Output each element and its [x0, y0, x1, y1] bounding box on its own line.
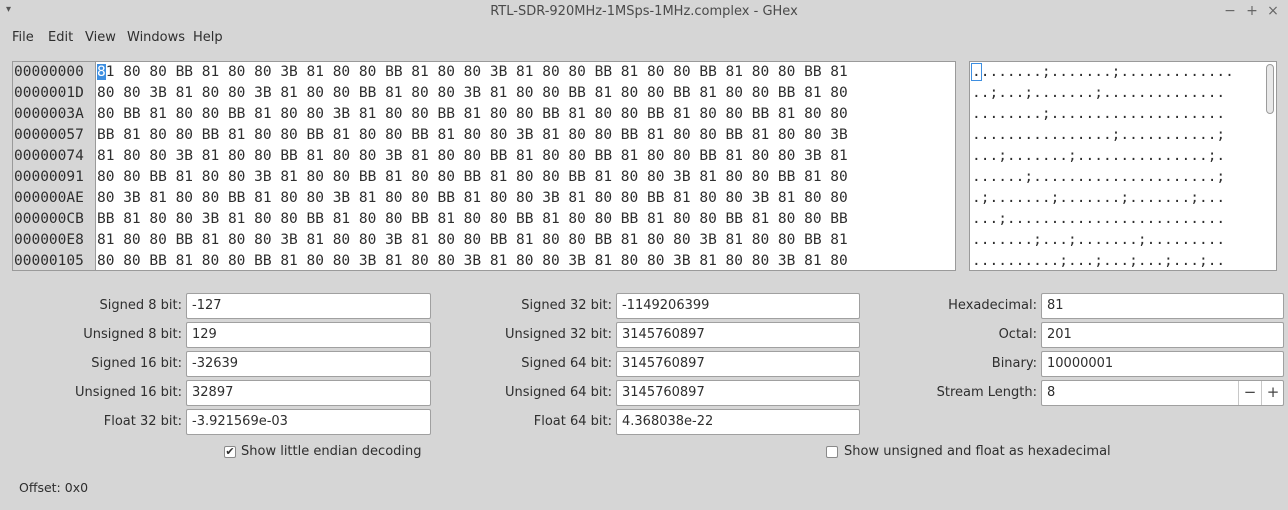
ascii-row[interactable]: ........;.......;.............	[971, 62, 1262, 83]
increment-button[interactable]: +	[1261, 381, 1284, 405]
offset-label: 0000003A	[14, 106, 84, 122]
offset-label: 00000057	[14, 127, 84, 143]
offset-label: 000000CB	[14, 211, 84, 227]
maximize-button[interactable]: +	[1243, 2, 1261, 20]
offset-label: 00000091	[14, 169, 84, 185]
little-endian-checkbox[interactable]: ✔	[224, 446, 236, 458]
hex-row[interactable]: 81 80 80 BB 81 80 80 3B 81 80 80 BB 81 8…	[96, 62, 955, 83]
stream-length-spinner[interactable]: 8 − +	[1041, 380, 1284, 406]
little-endian-label[interactable]: Show little endian decoding	[241, 444, 422, 459]
unsigned32-field[interactable]: 3145760897	[616, 322, 860, 348]
check-icon: ✔	[225, 445, 235, 458]
unsigned-hex-label[interactable]: Show unsigned and float as hexadecimal	[844, 444, 1111, 459]
unsigned16-field[interactable]: 32897	[186, 380, 431, 406]
octal-label: Octal:	[998, 327, 1037, 342]
unsigned-hex-checkbox[interactable]	[826, 446, 838, 458]
hex-view[interactable]: 00000000 0000001D 0000003A 00000057 0000…	[12, 61, 956, 271]
unsigned64-field[interactable]: 3145760897	[616, 380, 860, 406]
hexadecimal-field[interactable]: 81	[1041, 293, 1284, 319]
ascii-row[interactable]: ...;.........................	[972, 209, 1262, 230]
menu-file[interactable]: File	[12, 30, 34, 45]
minimize-button[interactable]: −	[1221, 2, 1239, 20]
ascii-row-text[interactable]: .......;.......;.............	[981, 64, 1234, 80]
hex-row[interactable]: 80 80 BB 81 80 80 3B 81 80 80 BB 81 80 8…	[96, 167, 955, 188]
hex-row[interactable]: BB 81 80 80 BB 81 80 80 BB 81 80 80 BB 8…	[96, 125, 955, 146]
hex-row[interactable]: 80 3B 81 80 80 BB 81 80 80 3B 81 80 80 B…	[96, 188, 955, 209]
signed16-field[interactable]: -32639	[186, 351, 431, 377]
ascii-chars[interactable]: ........;.......;............. ..;...;..…	[971, 62, 1262, 270]
hex-row[interactable]: 81 80 80 3B 81 80 80 BB 81 80 80 3B 81 8…	[96, 146, 955, 167]
hex-row[interactable]: 80 80 3B 81 80 80 3B 81 80 80 BB 81 80 8…	[96, 83, 955, 104]
offset-label: 00000000	[14, 64, 84, 80]
signed64-label: Signed 64 bit:	[521, 356, 612, 371]
menu-windows[interactable]: Windows	[127, 30, 185, 45]
ascii-view[interactable]: ........;.......;............. ..;...;..…	[969, 61, 1277, 271]
offset-label: 00000074	[14, 148, 84, 164]
title-bar: ▾ RTL-SDR-920MHz-1MSps-1MHz.complex - GH…	[0, 0, 1288, 24]
ascii-row[interactable]: ..;...;.......;..............	[972, 83, 1262, 104]
float64-field[interactable]: 4.368038e-22	[616, 409, 860, 435]
signed8-label: Signed 8 bit:	[99, 298, 182, 313]
offset-label: 00000105	[14, 253, 84, 269]
window-title: RTL-SDR-920MHz-1MSps-1MHz.complex - GHex	[490, 4, 798, 19]
ascii-row[interactable]: ......;.....................;	[972, 167, 1262, 188]
close-button[interactable]: ×	[1264, 2, 1282, 20]
signed16-label: Signed 16 bit:	[91, 356, 182, 371]
ascii-row[interactable]: ........;....................	[972, 104, 1262, 125]
hex-row-text[interactable]: 1 80 80 BB 81 80 80 3B 81 80 80 BB 81 80…	[106, 64, 848, 80]
unsigned32-label: Unsigned 32 bit:	[504, 327, 612, 342]
signed32-field[interactable]: -1149206399	[616, 293, 860, 319]
float32-label: Float 32 bit:	[103, 414, 182, 429]
hex-cursor[interactable]: 8	[97, 64, 106, 80]
binary-label: Binary:	[991, 356, 1037, 371]
menu-edit[interactable]: Edit	[48, 30, 73, 45]
stream-length-value[interactable]: 8	[1047, 385, 1055, 400]
binary-field[interactable]: 10000001	[1041, 351, 1284, 377]
hex-row[interactable]: 80 BB 81 80 80 BB 81 80 80 3B 81 80 80 B…	[96, 104, 955, 125]
unsigned8-label: Unsigned 8 bit:	[83, 327, 182, 342]
signed32-label: Signed 32 bit:	[521, 298, 612, 313]
float64-label: Float 64 bit:	[533, 414, 612, 429]
ascii-row[interactable]: ...;.......;...............;.	[972, 146, 1262, 167]
unsigned64-label: Unsigned 64 bit:	[504, 385, 612, 400]
hex-bytes[interactable]: 81 80 80 BB 81 80 80 3B 81 80 80 BB 81 8…	[96, 62, 955, 270]
hex-row[interactable]: 81 80 80 BB 81 80 80 3B 81 80 80 3B 81 8…	[96, 230, 955, 251]
hexadecimal-label: Hexadecimal:	[948, 298, 1037, 313]
menu-bar: File Edit View Windows Help	[0, 26, 1288, 50]
menu-view[interactable]: View	[85, 30, 116, 45]
stream-length-label: Stream Length:	[936, 385, 1037, 400]
unsigned16-label: Unsigned 16 bit:	[74, 385, 182, 400]
vertical-scrollbar[interactable]	[1266, 64, 1274, 268]
hex-row[interactable]: BB 81 80 80 3B 81 80 80 BB 81 80 80 BB 8…	[96, 209, 955, 230]
signed8-field[interactable]: -127	[186, 293, 431, 319]
hex-row[interactable]: 80 80 BB 81 80 80 BB 81 80 80 3B 81 80 8…	[96, 251, 955, 270]
offset-label: 0000001D	[14, 85, 84, 101]
scrollbar-thumb[interactable]	[1266, 64, 1274, 114]
unsigned8-field[interactable]: 129	[186, 322, 431, 348]
ascii-row[interactable]: .;.......;.......;.......;...	[972, 188, 1262, 209]
octal-field[interactable]: 201	[1041, 322, 1284, 348]
float32-field[interactable]: -3.921569e-03	[186, 409, 431, 435]
offset-label: 000000E8	[14, 232, 84, 248]
ascii-row[interactable]: ................;...........;	[972, 125, 1262, 146]
status-offset: Offset: 0x0	[19, 480, 89, 495]
ascii-row[interactable]: ..........;...;...;...;...;..	[972, 251, 1262, 270]
ascii-cursor[interactable]: .	[971, 63, 982, 81]
menu-help[interactable]: Help	[193, 30, 223, 45]
offset-column: 00000000 0000001D 0000003A 00000057 0000…	[13, 62, 96, 270]
decrement-button[interactable]: −	[1238, 381, 1261, 405]
offset-label: 000000AE	[14, 190, 84, 206]
signed64-field[interactable]: 3145760897	[616, 351, 860, 377]
ascii-row[interactable]: .......;...;.......;.........	[972, 230, 1262, 251]
